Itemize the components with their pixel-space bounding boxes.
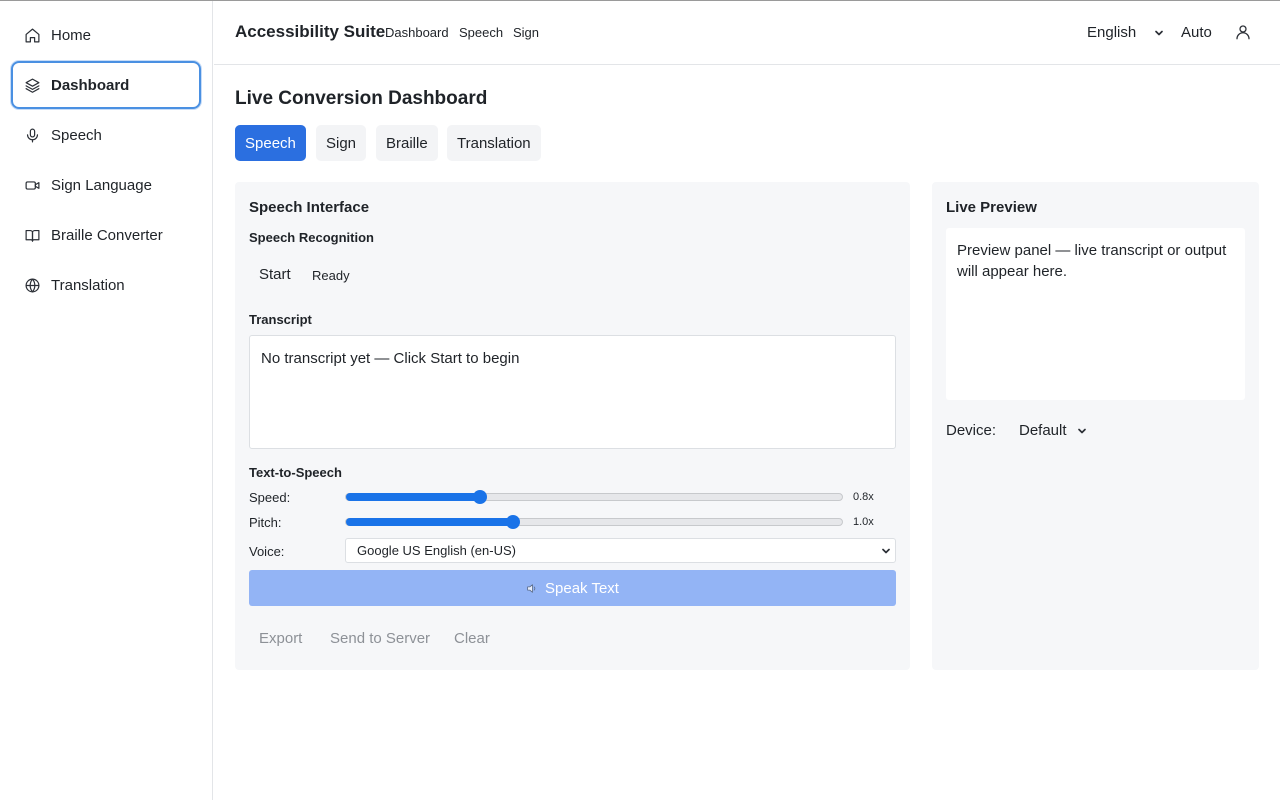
sidebar-item-home[interactable]: Home: [11, 11, 201, 59]
transcript-title: Transcript: [249, 312, 312, 327]
globe-icon: [23, 276, 41, 294]
device-select[interactable]: Default: [1019, 422, 1087, 439]
user-icon[interactable]: [1234, 23, 1252, 41]
chevron-down-icon: [1077, 428, 1086, 433]
tab-braille[interactable]: Braille: [376, 125, 438, 161]
export-button[interactable]: Export: [259, 630, 302, 647]
preview-text: Preview panel — live transcript or outpu…: [957, 242, 1227, 280]
speech-recognition-title: Speech Recognition: [249, 230, 374, 245]
sidebar-item-sign-language[interactable]: Sign Language: [11, 161, 201, 209]
sidebar-item-label: Braille Converter: [51, 226, 163, 244]
sidebar-item-label: Translation: [51, 276, 125, 294]
layers-icon: [23, 76, 41, 94]
preview-output: Preview panel — live transcript or outpu…: [946, 228, 1245, 400]
device-selected: Default: [1019, 422, 1067, 439]
tts-title: Text-to-Speech: [249, 465, 342, 480]
start-button[interactable]: Start: [259, 266, 291, 283]
sidebar: Home Dashboard Speech Sign Language Brai…: [0, 1, 213, 800]
pitch-label: Pitch:: [249, 515, 282, 530]
live-preview-title: Live Preview: [946, 199, 1037, 216]
device-label: Device:: [946, 422, 997, 439]
video-camera-icon: [23, 176, 41, 194]
header-nav-sign[interactable]: Sign: [513, 25, 539, 40]
speak-text-button[interactable]: Speak Text: [249, 570, 896, 606]
sidebar-item-label: Sign Language: [51, 176, 152, 194]
microphone-icon: [23, 126, 41, 144]
transcript-text: No transcript yet — Click Start to begin: [261, 350, 520, 367]
sidebar-item-label: Home: [51, 26, 92, 44]
speech-interface-title: Speech Interface: [249, 199, 370, 216]
speed-value: 0.8x: [853, 491, 874, 503]
voice-select[interactable]: Google US English (en-US): [345, 538, 896, 563]
pitch-slider[interactable]: [345, 515, 843, 529]
book-icon: [23, 226, 41, 244]
status-text: Ready: [312, 268, 350, 283]
chevron-down-icon: [1155, 30, 1164, 35]
chevron-down-icon: [882, 548, 890, 554]
language-value: English: [1087, 24, 1137, 41]
sidebar-item-braille-converter[interactable]: Braille Converter: [11, 211, 201, 259]
home-icon: [23, 26, 41, 44]
page-title: Live Conversion Dashboard: [235, 88, 488, 109]
tab-translation[interactable]: Translation: [447, 125, 541, 161]
voice-label: Voice:: [249, 544, 285, 559]
sidebar-item-speech[interactable]: Speech: [11, 111, 201, 159]
top-header: Accessibility Suite Dashboard Speech Sig…: [214, 1, 1280, 65]
tab-sign[interactable]: Sign: [316, 125, 367, 161]
header-nav-speech[interactable]: Speech: [459, 25, 503, 40]
speed-label: Speed:: [249, 490, 291, 505]
sidebar-item-translation[interactable]: Translation: [11, 261, 201, 309]
language-select[interactable]: English: [1087, 24, 1164, 41]
speed-slider[interactable]: [345, 490, 843, 504]
sidebar-item-label: Dashboard: [51, 76, 130, 94]
sidebar-item-label: Speech: [51, 126, 102, 144]
tab-speech[interactable]: Speech: [235, 125, 306, 161]
clear-button[interactable]: Clear: [454, 630, 490, 647]
pitch-slider-fill: [346, 518, 514, 526]
speak-text-label: Speak Text: [545, 579, 619, 597]
speaker-icon: [527, 583, 536, 593]
send-to-server-button[interactable]: Send to Server: [330, 630, 430, 647]
app-title: Accessibility Suite: [235, 22, 386, 41]
header-nav-dashboard[interactable]: Dashboard: [385, 25, 449, 40]
voice-selected: Google US English (en-US): [357, 543, 516, 558]
auto-mode-toggle[interactable]: Auto: [1181, 24, 1212, 41]
speed-slider-thumb[interactable]: [472, 490, 487, 504]
transcript-area[interactable]: No transcript yet — Click Start to begin: [249, 335, 896, 449]
sidebar-item-dashboard[interactable]: Dashboard: [11, 61, 201, 109]
speed-slider-fill: [346, 493, 480, 501]
pitch-value: 1.0x: [853, 516, 874, 528]
